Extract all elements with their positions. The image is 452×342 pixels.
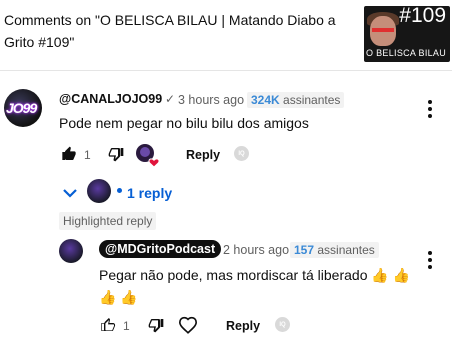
video-thumbnail[interactable]: #109 O BELISCA BILAU — [364, 6, 450, 62]
avatar[interactable]: JO99 — [4, 89, 42, 127]
reply-avatar — [87, 179, 111, 203]
video-title: Comments on "O BELISCA BILAU | Matando D… — [4, 12, 336, 50]
iq-icon[interactable]: IQ — [275, 317, 290, 332]
avatar[interactable] — [59, 239, 83, 263]
thumbnail-caption: O BELISCA BILAU — [366, 48, 447, 58]
dislike-icon[interactable] — [148, 317, 164, 338]
like-icon[interactable] — [100, 317, 116, 338]
verified-icon: ✓ — [165, 92, 176, 106]
view-replies-button[interactable]: 1 reply — [127, 185, 172, 201]
thumbnail-number: #109 — [399, 6, 446, 27]
subscriber-badge: 157 assinantes — [290, 242, 379, 258]
creator-heart-icon[interactable] — [135, 143, 161, 169]
comment-text: Pode nem pegar no bilu bilu dos amigos — [59, 115, 309, 131]
reply-button[interactable]: Reply — [226, 319, 260, 333]
new-dot-icon — [117, 188, 122, 193]
more-options-icon[interactable] — [427, 251, 433, 269]
like-count: 1 — [123, 319, 130, 333]
chevron-down-icon[interactable] — [62, 186, 78, 204]
divider — [0, 70, 452, 71]
reply-author[interactable]: @MDGritoPodcast — [99, 240, 222, 258]
like-count: 1 — [84, 148, 91, 162]
like-icon[interactable] — [61, 146, 77, 167]
more-options-icon[interactable] — [427, 100, 433, 118]
heart-icon[interactable] — [178, 316, 198, 339]
reply-button[interactable]: Reply — [186, 148, 220, 162]
reply-timestamp[interactable]: 2 hours ago — [223, 243, 289, 257]
subscriber-badge: 324K assinantes — [247, 92, 345, 108]
highlighted-reply-label: Highlighted reply — [59, 212, 157, 230]
dislike-icon[interactable] — [108, 146, 124, 167]
reply-text: Pegar não pode, mas mordiscar tá liberad… — [99, 267, 411, 305]
comment-timestamp[interactable]: 3 hours ago — [178, 93, 244, 107]
comment-author[interactable]: @CANALJOJO99 — [59, 92, 162, 106]
iq-icon[interactable]: IQ — [234, 146, 249, 161]
comments-header: Comments on "O BELISCA BILAU | Matando D… — [0, 0, 452, 70]
